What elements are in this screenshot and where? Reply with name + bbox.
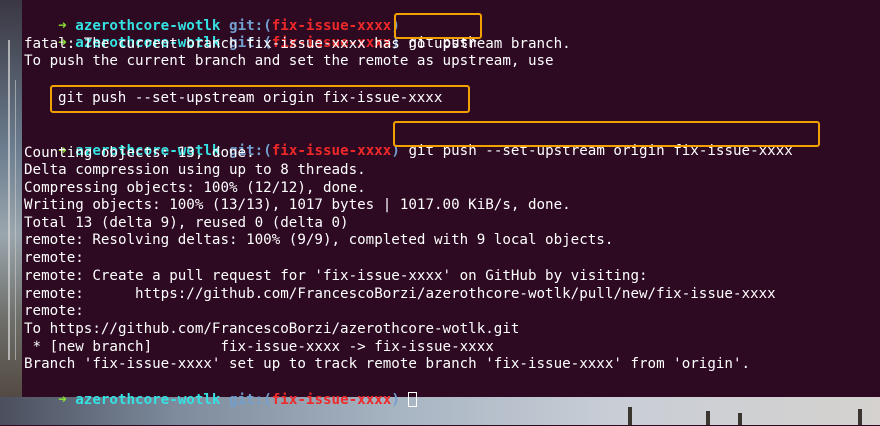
highlight-box-set-upstream — [393, 121, 820, 147]
output-line: To push the current branch and set the r… — [24, 53, 554, 69]
highlight-box-suggested — [50, 85, 470, 113]
prompt-branch: fix-issue-xxxx — [271, 392, 392, 408]
output-line: Branch 'fix-issue-xxxx' set up to track … — [24, 356, 751, 372]
wallpaper-post — [706, 411, 710, 425]
prompt-arrow-icon: ➜ — [58, 392, 67, 408]
wallpaper-post — [738, 413, 742, 425]
output-line: To https://github.com/FrancescoBorzi/aze… — [24, 321, 520, 337]
output-line: Writing objects: 100% (13/13), 1017 byte… — [24, 197, 571, 213]
output-line: Compressing objects: 100% (12/12), done. — [24, 180, 366, 196]
output-line: remote: — [24, 250, 84, 266]
output-line: * [new branch] fix-issue-xxxx -> fix-iss… — [24, 339, 494, 355]
terminal-window[interactable]: ➜ azerothcore-wotlk git:(fix-issue-xxxx)… — [22, 0, 880, 408]
output-line: remote: https://github.com/FrancescoBorz… — [24, 286, 776, 302]
wallpaper-mast — [8, 40, 10, 360]
output-line: remote: Resolving deltas: 100% (9/9), co… — [24, 232, 614, 248]
wallpaper-post — [858, 409, 862, 425]
output-line: fatal: The current branch fix-issue-xxxx… — [24, 36, 571, 52]
desktop-wallpaper-left — [0, 0, 22, 425]
cursor-icon[interactable] — [408, 392, 418, 407]
prompt-branch: fix-issue-xxxx — [271, 143, 392, 159]
prompt-line: ➜ azerothcore-wotlk git:(fix-issue-xxxx) — [24, 1, 400, 34]
output-line: Counting objects: 13, done. — [24, 145, 255, 161]
output-line: remote: — [24, 303, 84, 319]
output-line: remote: Create a pull request for 'fix-i… — [24, 268, 648, 284]
prompt-git-close: ) — [391, 392, 400, 408]
wallpaper-post — [628, 407, 632, 425]
wallpaper-mast — [15, 80, 16, 360]
prompt-line[interactable]: ➜ azerothcore-wotlk git:(fix-issue-xxxx) — [24, 375, 418, 408]
prompt-git-label: git:( — [229, 392, 272, 408]
output-line: Total 13 (delta 9), reused 0 (delta 0) — [24, 215, 349, 231]
output-line: Delta compression using up to 8 threads. — [24, 162, 366, 178]
prompt-dir: azerothcore-wotlk — [75, 392, 221, 408]
